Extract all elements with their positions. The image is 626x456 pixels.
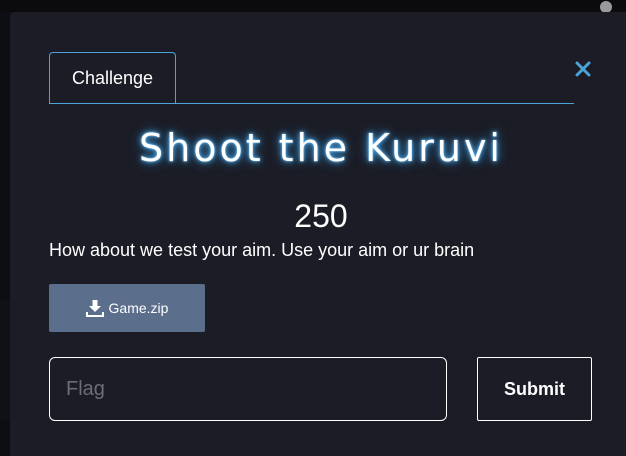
- close-button[interactable]: [572, 58, 594, 80]
- download-file-label: Game.zip: [108, 300, 169, 316]
- download-file-button[interactable]: Game.zip: [49, 284, 205, 332]
- top-bar: [0, 0, 626, 13]
- challenge-title: Shoot the Kuruvi: [139, 126, 503, 170]
- background-page-edge: [0, 300, 10, 420]
- challenge-modal: Challenge Shoot the Kuruvi 250 How about…: [10, 12, 626, 456]
- tab-challenge-label: Challenge: [71, 67, 154, 88]
- challenge-description: How about we test your aim. Use your aim…: [49, 240, 475, 260]
- modal-tabs: Challenge: [49, 52, 574, 104]
- challenge-points: 250: [294, 198, 348, 234]
- flag-input[interactable]: [49, 357, 447, 421]
- tab-challenge[interactable]: Challenge: [49, 52, 176, 103]
- close-x-icon: [575, 61, 591, 77]
- submit-button[interactable]: Submit: [477, 357, 592, 421]
- download-icon: [85, 299, 104, 317]
